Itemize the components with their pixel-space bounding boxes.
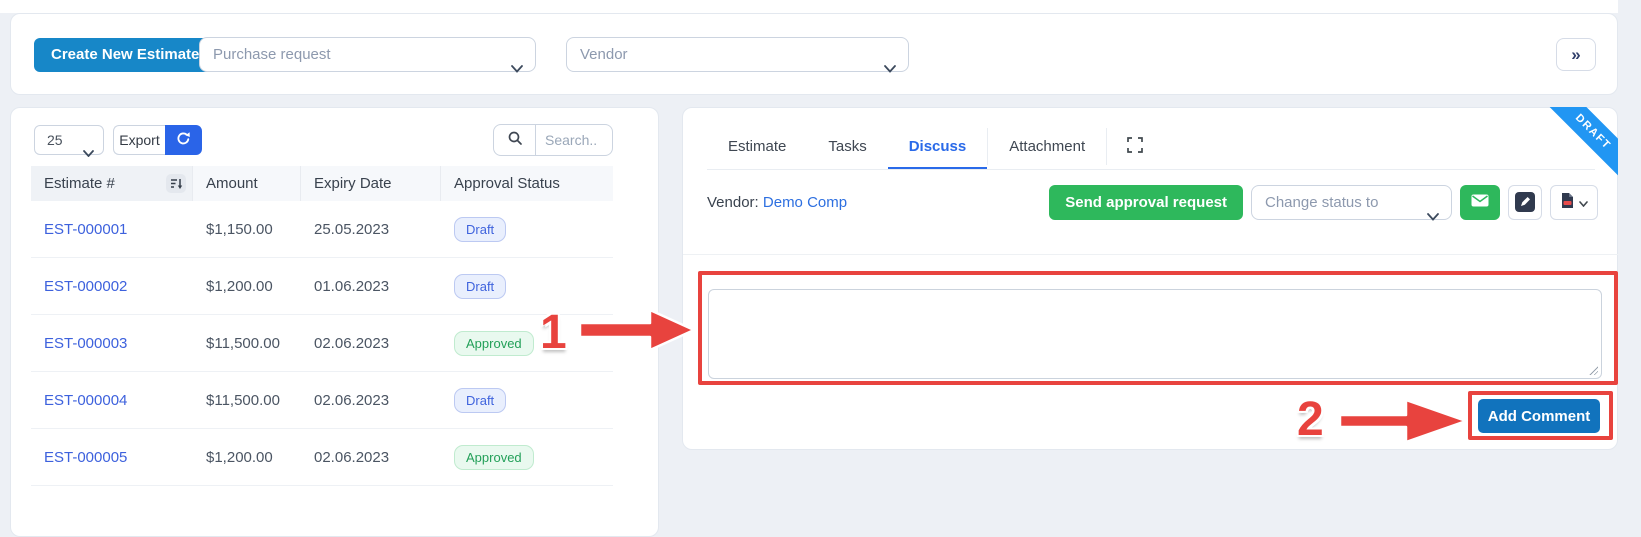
page-top-strip	[0, 0, 1618, 13]
envelope-icon	[1471, 194, 1489, 210]
search-group	[493, 124, 613, 156]
estimate-link[interactable]: EST-000002	[44, 278, 127, 295]
annotation-highlight-add-comment	[1468, 391, 1613, 440]
status-badge: Approved	[454, 331, 534, 356]
chevron-down-icon	[1427, 200, 1439, 233]
purchase-request-placeholder: Purchase request	[213, 46, 331, 63]
annotation-arrow-1-icon	[578, 306, 698, 359]
expiry-cell: 01.06.2023	[301, 278, 441, 295]
pencil-icon	[1515, 192, 1535, 212]
column-header-approval-status[interactable]: Approval Status	[441, 166, 613, 201]
detail-actions: Send approval request Change status to	[1049, 185, 1598, 220]
fullscreen-button[interactable]	[1107, 124, 1163, 169]
sort-icon[interactable]	[166, 174, 186, 193]
send-approval-request-button[interactable]: Send approval request	[1049, 185, 1243, 220]
column-header-expiry[interactable]: Expiry Date	[301, 166, 441, 201]
expiry-cell: 02.06.2023	[301, 449, 441, 466]
column-label: Estimate #	[44, 175, 115, 192]
detail-tabbar: Estimate Tasks Discuss Attachment	[707, 124, 1595, 170]
estimate-link[interactable]: EST-000005	[44, 449, 127, 466]
search-icon	[507, 130, 523, 151]
send-email-button[interactable]	[1460, 185, 1500, 220]
chevron-down-icon	[884, 52, 896, 85]
amount-cell: $11,500.00	[193, 335, 301, 352]
status-badge: Draft	[454, 388, 506, 413]
chevron-down-icon	[1579, 195, 1588, 210]
table-row[interactable]: EST-000005 $1,200.00 02.06.2023 Approved	[31, 429, 613, 486]
status-badge: Draft	[454, 274, 506, 299]
collapse-filters-button[interactable]: »	[1556, 38, 1596, 71]
refresh-button[interactable]	[165, 125, 202, 155]
table-row[interactable]: EST-000004 $11,500.00 02.06.2023 Draft	[31, 372, 613, 429]
search-button[interactable]	[493, 124, 536, 156]
change-status-placeholder: Change status to	[1265, 194, 1378, 211]
fullscreen-icon	[1127, 137, 1143, 156]
amount-cell: $1,200.00	[193, 278, 301, 295]
edit-button[interactable]	[1508, 185, 1542, 220]
annotation-highlight-comment-box	[698, 271, 1618, 385]
status-badge: Draft	[454, 217, 506, 242]
page-size-value: 25	[47, 132, 63, 148]
table-body: EST-000001 $1,150.00 25.05.2023 Draft ES…	[31, 201, 613, 486]
column-header-amount[interactable]: Amount	[193, 166, 301, 201]
export-pdf-button[interactable]	[1550, 185, 1598, 220]
estimate-link[interactable]: EST-000003	[44, 335, 127, 352]
vendor-name-link[interactable]: Demo Comp	[763, 194, 847, 211]
vendor-select[interactable]: Vendor	[566, 37, 909, 72]
tab-estimate[interactable]: Estimate	[707, 124, 807, 169]
expiry-cell: 25.05.2023	[301, 221, 441, 238]
purchase-request-select[interactable]: Purchase request	[199, 37, 536, 72]
estimate-link[interactable]: EST-000001	[44, 221, 127, 238]
annotation-arrow-2-icon	[1338, 395, 1471, 452]
tab-tasks[interactable]: Tasks	[807, 124, 887, 169]
tab-attachment[interactable]: Attachment	[988, 124, 1106, 169]
pdf-file-icon	[1561, 193, 1574, 211]
page-size-select[interactable]: 25	[34, 125, 104, 155]
change-status-select[interactable]: Change status to	[1251, 185, 1452, 220]
search-input[interactable]	[536, 124, 613, 156]
refresh-icon	[176, 131, 191, 149]
section-divider	[683, 254, 1619, 255]
create-new-estimate-button[interactable]: Create New Estimate	[34, 38, 216, 72]
vendor-row: Vendor: Demo Comp Send approval request …	[707, 184, 1598, 220]
table-row[interactable]: EST-000001 $1,150.00 25.05.2023 Draft	[31, 201, 613, 258]
annotation-step-1: 1	[540, 305, 567, 360]
table-row[interactable]: EST-000002 $1,200.00 01.06.2023 Draft	[31, 258, 613, 315]
vendor-line: Vendor: Demo Comp	[707, 194, 847, 211]
tab-discuss[interactable]: Discuss	[888, 124, 988, 169]
export-button[interactable]: Export	[113, 125, 165, 155]
amount-cell: $1,200.00	[193, 449, 301, 466]
vendor-label: Vendor:	[707, 194, 759, 211]
chevron-down-icon	[83, 138, 94, 166]
status-badge: Approved	[454, 445, 534, 470]
amount-cell: $1,150.00	[193, 221, 301, 238]
chevron-down-icon	[511, 52, 523, 85]
amount-cell: $11,500.00	[193, 392, 301, 409]
toolbar: Create New Estimate Purchase request Ven…	[10, 13, 1618, 95]
annotation-step-2: 2	[1297, 392, 1324, 447]
column-header-estimate[interactable]: Estimate #	[31, 166, 193, 201]
table-header: Estimate # Amount Expiry Date Approval S…	[31, 166, 613, 201]
expiry-cell: 02.06.2023	[301, 392, 441, 409]
table-row[interactable]: EST-000003 $11,500.00 02.06.2023 Approve…	[31, 315, 613, 372]
expiry-cell: 02.06.2023	[301, 335, 441, 352]
vendor-placeholder: Vendor	[580, 46, 628, 63]
estimate-link[interactable]: EST-000004	[44, 392, 127, 409]
double-chevron-right-icon: »	[1571, 45, 1580, 64]
